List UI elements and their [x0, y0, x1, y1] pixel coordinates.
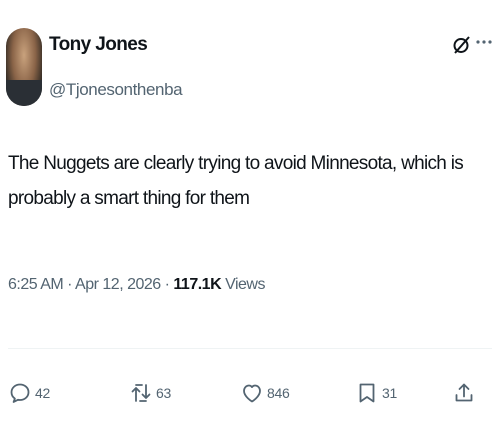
- repost-button[interactable]: 63: [129, 380, 171, 406]
- tweet-card: Tony Jones @Tjonesonthenba The Nuggets a…: [0, 0, 500, 440]
- meta-separator: ·: [164, 276, 170, 293]
- more-dots-icon[interactable]: [476, 37, 492, 47]
- bookmark-count: 31: [382, 385, 397, 401]
- meta-separator: ·: [67, 276, 72, 293]
- heart-icon: [243, 384, 261, 403]
- like-button[interactable]: 846: [240, 380, 290, 406]
- bookmark-icon: [359, 383, 375, 403]
- grok-icon[interactable]: [452, 35, 472, 55]
- share-button[interactable]: [452, 380, 476, 406]
- views-count: 117.1K: [173, 276, 222, 293]
- avatar-shirt: [6, 80, 42, 106]
- tweet-time[interactable]: 6:25 AM: [8, 276, 64, 293]
- repost-count: 63: [156, 385, 171, 401]
- reply-icon: [10, 383, 30, 403]
- tweet-meta: 6:25 AM · Apr 12, 2026 · 117.1K Views: [8, 276, 265, 294]
- bookmark-button[interactable]: 31: [355, 380, 397, 406]
- repost-icon: [131, 384, 151, 402]
- tweet-text: The Nuggets are clearly trying to avoid …: [8, 153, 464, 209]
- avatar[interactable]: [6, 28, 42, 106]
- author-handle[interactable]: @Tjonesonthenba: [49, 80, 183, 100]
- divider: [8, 348, 492, 349]
- views-label: Views: [225, 276, 265, 293]
- reply-button[interactable]: 42: [8, 380, 50, 406]
- tweet-date[interactable]: Apr 12, 2026: [75, 276, 161, 293]
- author-name[interactable]: Tony Jones: [49, 34, 148, 56]
- like-count: 846: [267, 385, 290, 401]
- reply-count: 42: [35, 385, 50, 401]
- share-icon: [455, 383, 473, 402]
